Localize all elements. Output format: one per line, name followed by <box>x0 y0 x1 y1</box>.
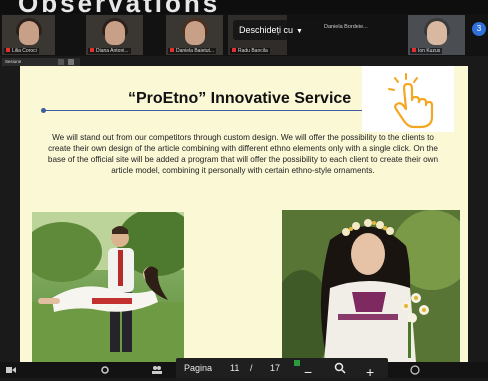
mic-off-icon <box>170 48 174 52</box>
woman-photo <box>282 210 460 362</box>
window-title-strip: Observations <box>0 0 488 14</box>
current-page[interactable]: 11 <box>230 363 239 373</box>
page-separator: / <box>250 363 253 373</box>
zoom-in-button[interactable]: + <box>366 363 374 381</box>
participant-face <box>18 21 39 45</box>
participants-icon[interactable] <box>152 365 162 375</box>
status-indicator-icon <box>294 360 300 366</box>
title-underline-dot <box>41 108 46 113</box>
participant-tile[interactable]: Lilia Coroci <box>2 15 56 55</box>
mic-off-icon <box>90 48 94 52</box>
participant-tile[interactable]: Diana Antoni... <box>86 15 144 55</box>
partial-window-title: Observations <box>18 0 220 14</box>
participant-name-overflow: Daniela Bordeie... <box>324 24 368 30</box>
open-with-label: Deschideți cu <box>239 25 294 35</box>
more-participants-button[interactable]: 3 <box>472 22 486 36</box>
search-icon[interactable] <box>334 362 346 374</box>
reactions-icon[interactable] <box>410 365 420 375</box>
mic-off-icon <box>232 48 236 52</box>
participant-face <box>426 21 447 45</box>
participant-name: Ion Kuzus <box>418 48 441 54</box>
participant-tile[interactable]: Ion Kuzus <box>408 15 466 55</box>
participant-tile[interactable]: Daniela Baietut... <box>166 15 224 55</box>
settings-icon[interactable] <box>100 365 110 375</box>
page-label: Pagina <box>184 363 213 373</box>
total-pages: 17 <box>270 363 281 373</box>
close-icon[interactable] <box>68 59 74 65</box>
pointing-hand-icon <box>388 73 434 129</box>
chevron-down-icon: ▼ <box>296 28 303 35</box>
open-with-dropdown[interactable]: Deschideți cu ▼ <box>233 20 321 40</box>
title-underline <box>42 110 382 111</box>
minimize-icon[interactable] <box>58 59 64 65</box>
participant-name: Radu Bancila <box>238 48 268 54</box>
mini-toolbar: Sesiune <box>2 58 80 66</box>
mic-off-icon <box>412 48 416 52</box>
participant-face <box>184 21 205 45</box>
participant-name: Diana Antoni... <box>96 48 129 54</box>
woman-photo-graphic <box>282 210 460 362</box>
video-camera-icon[interactable] <box>6 365 16 375</box>
participant-name: Daniela Baietut... <box>176 48 215 54</box>
presentation-slide: “ProEtno” Innovative Service We will sta… <box>20 66 468 362</box>
page-navigation: Pagina 11 / 17 − + <box>176 358 388 381</box>
hand-graphic <box>362 66 454 132</box>
mic-off-icon <box>6 48 10 52</box>
zoom-out-button[interactable]: − <box>304 363 312 381</box>
couple-photo-graphic <box>32 212 184 362</box>
slide-body-text: We will stand out from our competitors t… <box>47 133 439 175</box>
mini-toolbar-label: Sesiune <box>5 59 22 64</box>
participant-face <box>104 21 125 45</box>
slide-title: “ProEtno” Innovative Service <box>128 90 352 107</box>
participant-name: Lilia Coroci <box>12 48 37 54</box>
couple-photo <box>32 212 184 362</box>
